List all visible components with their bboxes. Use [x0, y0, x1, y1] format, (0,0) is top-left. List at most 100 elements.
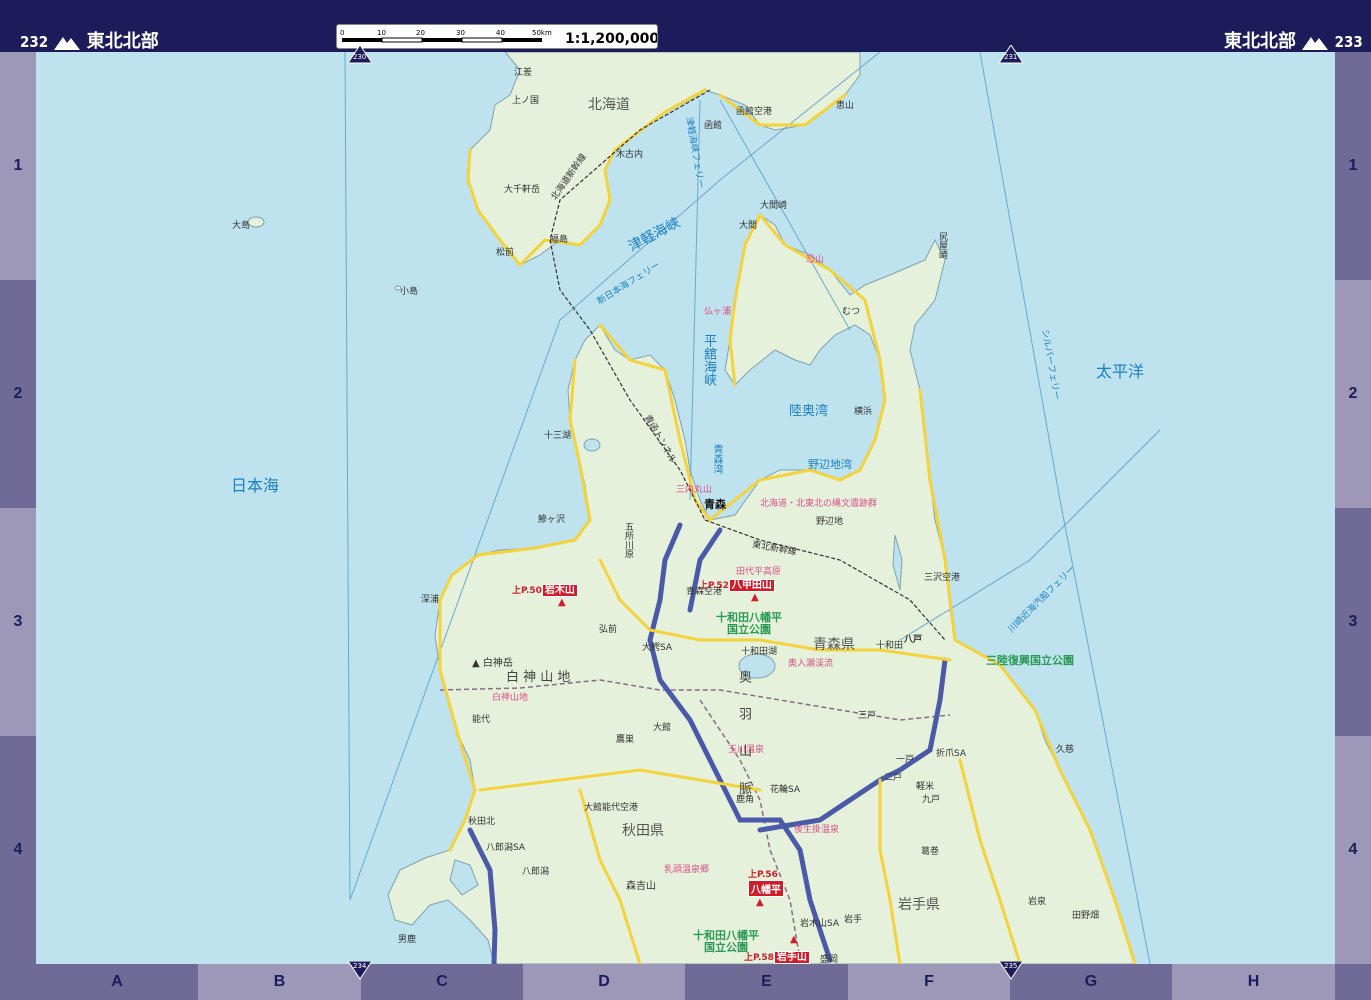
- sight-shirakami-chi: 白神山地: [492, 693, 529, 703]
- nav-marker-label: 235: [1004, 962, 1018, 970]
- nav-marker-bottom-right[interactable]: 235: [998, 960, 1024, 985]
- place-hachirogata: 八郎潟: [522, 867, 550, 877]
- island-oshima: [247, 216, 265, 228]
- sea-label-pacific: 太平洋: [1096, 362, 1145, 381]
- sa-hachiro: 八郎潟SA: [486, 843, 526, 853]
- map-area[interactable]: 日本海 太平洋 津軽海峡 陸奥湾 平舘海峡 青森湾 野辺地湾 北海道 青森県 秋…: [36, 52, 1335, 964]
- peak-moriyoshi: 森吉山: [626, 881, 656, 892]
- grid-columns: A B C D E F G H: [0, 964, 1371, 1000]
- triangle-icon: ▲: [756, 897, 764, 908]
- peak-daisengen: 大千軒岳: [504, 185, 541, 195]
- place-juusanko: 十三湖: [544, 431, 572, 441]
- mountain-name-iwate: 岩手山: [773, 951, 810, 964]
- place-esashi: 江差: [514, 68, 533, 78]
- place-ninohe: 二戸: [884, 773, 903, 783]
- nav-marker-label: 234: [353, 962, 367, 970]
- scale-bar: 0 10 20 30 40 50km 1:1,200,000: [336, 24, 658, 49]
- place-oma: 大間: [739, 221, 758, 231]
- scale-tick: 10: [377, 29, 386, 37]
- park-label-towada: 十和田八幡平 国立公園: [716, 611, 782, 636]
- grid-rows-left: 1 2 3 4: [0, 52, 36, 964]
- top-header-bar: 232 東北北部 東北北部 233 0 10 20 30 40 50km 1:1…: [0, 0, 1371, 52]
- place-towadako: 十和田湖: [741, 647, 778, 657]
- nav-marker-label: 231: [1004, 53, 1018, 61]
- grid-row-label: 1: [0, 52, 36, 280]
- place-oga: 男鹿: [398, 935, 417, 945]
- place-goshogawara-name: 五所川原: [623, 522, 633, 558]
- place-hirosaki: 弘前: [599, 625, 618, 635]
- place-sannohe: 三戸: [858, 711, 877, 721]
- place-oma-cape: 大間崎: [760, 201, 788, 211]
- place-oshima: 大島: [232, 221, 251, 231]
- peak-esan: 恵山: [836, 101, 855, 111]
- place-fukaura: 深浦: [421, 595, 440, 605]
- lake-jusanko: [583, 438, 601, 452]
- sea-label-noheji: 野辺地湾: [808, 458, 852, 471]
- mountain-marker-hachimantai[interactable]: 上P.56 八幡平 ▲: [748, 867, 784, 908]
- grid-row-label: 3: [1335, 508, 1371, 736]
- sight-gosho: 後生掛温泉: [794, 825, 840, 835]
- pref-label-aomori: 青森県: [813, 637, 855, 653]
- place-hakodate: 函館: [704, 121, 723, 131]
- nav-marker-label: 230: [353, 53, 367, 61]
- sight-tashiro: 田代平高原: [736, 567, 782, 577]
- right-region-title: 東北北部: [1224, 31, 1296, 52]
- nav-marker-bottom-left[interactable]: 234: [347, 960, 373, 985]
- triangle-icon: ▲: [790, 934, 798, 945]
- grid-column-label: E: [685, 964, 848, 1000]
- map-canvas: [36, 52, 1335, 964]
- peak-shirakami-name: 白神岳: [482, 658, 513, 669]
- place-tanohata: 田野畑: [1072, 911, 1100, 921]
- grid-corner: [0, 964, 36, 1000]
- place-odate-noshiro-airport: 大館能代空港: [584, 803, 639, 813]
- mountain-marker-iwaki[interactable]: 上P.50 岩木山 ▲: [512, 578, 578, 608]
- sa-owani: 大鰐SA: [642, 643, 673, 653]
- mountain-name-hakkoda: 八甲田山: [728, 579, 775, 592]
- left-region-title: 東北北部: [86, 31, 159, 52]
- grid-column-label: B: [198, 964, 361, 1000]
- pageref-iwate: 上P.58: [744, 953, 774, 963]
- mountain-name-hachimantai: 八幡平: [748, 880, 784, 897]
- scale-tick: 50km: [532, 29, 552, 37]
- sight-tamagawa: 玉川温泉: [728, 745, 765, 755]
- place-takanosu: 鷹巣: [616, 735, 635, 745]
- place-ajigasawa: 鰺ヶ沢: [538, 515, 566, 525]
- place-kuzumaki: 葛巻: [921, 847, 940, 857]
- pref-label-akita: 秋田県: [622, 823, 664, 839]
- scale-tick: 20: [416, 29, 425, 37]
- sight-osorezan: 恐山: [806, 255, 825, 265]
- place-hakodate-airport: 函館空港: [736, 107, 773, 117]
- sa-orizume: 折爪SA: [936, 749, 967, 759]
- grid-row-label: 3: [0, 508, 36, 736]
- place-ichinohe: 一戸: [896, 755, 915, 765]
- sea-label-mutsu-bay: 陸奥湾: [789, 404, 829, 419]
- grid-row-label: 4: [0, 736, 36, 964]
- grid-row-label: 4: [1335, 736, 1371, 964]
- park-label-towada-south: 十和田八幡平 国立公園: [693, 929, 759, 954]
- place-kunohe: 九戸: [922, 795, 941, 805]
- sight-sannai: 三内丸山: [676, 485, 713, 495]
- left-page-header: 232 東北北部: [20, 27, 159, 53]
- nav-marker-top-right[interactable]: 231: [998, 44, 1024, 69]
- place-kaminokuni: 上ノ国: [512, 96, 540, 106]
- place-mutsu: むつ: [842, 307, 861, 317]
- sea-label-aomori-bay: 青森湾: [711, 444, 722, 474]
- place-matsumae: 松前: [496, 248, 515, 258]
- nav-marker-top-left[interactable]: 230: [347, 44, 373, 69]
- place-aomori: 青森: [704, 498, 726, 511]
- grid-rows-right: 1 2 3 4: [1335, 52, 1371, 964]
- place-shiriya: 尻屋崎: [937, 232, 947, 259]
- place-odate: 大館: [653, 723, 672, 733]
- grid-row-label: 2: [0, 280, 36, 508]
- pref-label-iwate: 岩手県: [898, 897, 940, 913]
- mountain-icon: [54, 37, 81, 50]
- sa-hanawa: 花輪SA: [770, 785, 801, 795]
- sea-label-japan: 日本海: [231, 476, 280, 495]
- place-iwaizumi: 岩泉: [1028, 897, 1047, 907]
- mountain-icon: [1302, 37, 1329, 50]
- place-goshogawara: 五所川原: [622, 522, 635, 561]
- grid-row-label: 1: [1335, 52, 1371, 280]
- pageref-hachimantai: 上P.56: [748, 870, 778, 880]
- grid-column-label: D: [523, 964, 685, 1000]
- place-yokohama: 横浜: [854, 407, 873, 417]
